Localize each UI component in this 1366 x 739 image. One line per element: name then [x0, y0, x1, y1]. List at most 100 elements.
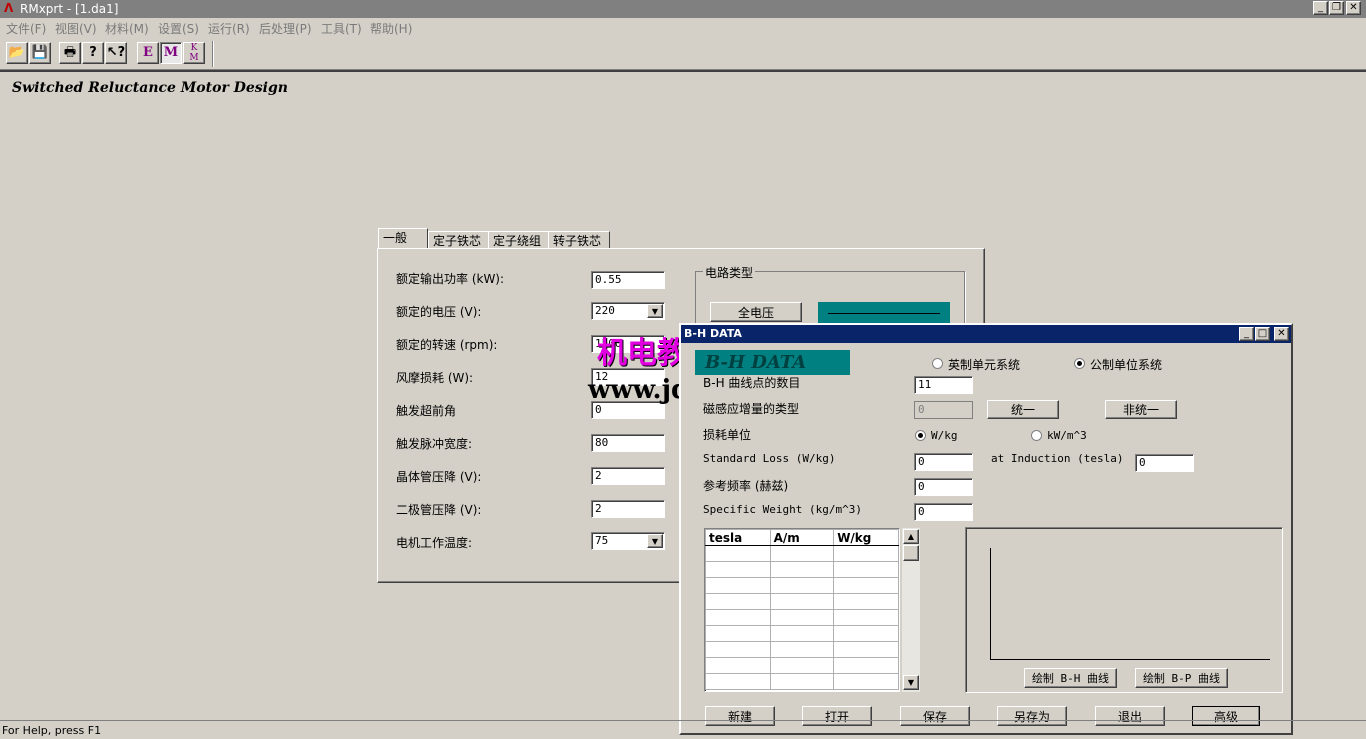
bh-plot-area: [965, 527, 1283, 693]
close-icon[interactable]: ✕: [1274, 327, 1289, 341]
full-voltage-button[interactable]: 全电压: [710, 302, 802, 322]
table-row[interactable]: [705, 561, 899, 578]
table-scrollbar[interactable]: ▲ ▼: [902, 528, 920, 692]
pulse-width-input[interactable]: 80: [591, 434, 665, 452]
loss-wkg-radio[interactable]: [915, 430, 926, 441]
bh-dialog-titlebar: B-H DATA _ □ ✕: [681, 325, 1291, 343]
print-icon[interactable]: 🖶: [59, 42, 81, 64]
loss-wkg-label: W/kg: [931, 429, 958, 442]
induction-label: at Induction (tesla): [991, 452, 1124, 465]
restore-icon[interactable]: ❐: [1329, 1, 1344, 15]
col-wkg[interactable]: W/kg: [833, 529, 899, 546]
e-units-button[interactable]: E: [137, 42, 159, 64]
bh-dialog-title: B-H DATA: [684, 327, 742, 340]
circuit-type-label: 电路类型: [703, 264, 756, 281]
table-row[interactable]: [705, 641, 899, 658]
standard-loss-label: Standard Loss (W/kg): [703, 452, 836, 465]
english-units-radio[interactable]: [932, 358, 943, 369]
open-folder-icon[interactable]: 📂: [6, 42, 28, 64]
trigger-advance-label: 触发超前角: [396, 404, 457, 418]
app-icon: Λ: [4, 1, 14, 15]
windage-loss-label: 风摩损耗 (W):: [396, 371, 474, 385]
menu-tools[interactable]: 工具(T): [321, 20, 362, 37]
circuit-line: [828, 313, 940, 314]
menu-view[interactable]: 视图(V): [55, 20, 97, 37]
table-header: tesla A/m W/kg: [705, 529, 899, 546]
app-title: RMxprt - [1.da1]: [20, 2, 119, 16]
context-help-icon[interactable]: ↖?: [105, 42, 127, 64]
help-icon[interactable]: ?: [82, 42, 104, 64]
m-units-button[interactable]: M: [160, 42, 182, 64]
rated-power-input[interactable]: 0.55: [591, 271, 665, 289]
ref-freq-input[interactable]: 0: [914, 478, 973, 496]
menu-help[interactable]: 帮助(H): [370, 20, 412, 37]
circuit-diagram: [818, 302, 950, 324]
close-icon[interactable]: ✕: [1346, 1, 1361, 15]
bh-data-table[interactable]: tesla A/m W/kg: [704, 528, 900, 692]
transistor-drop-label: 晶体管压降 (V):: [396, 470, 482, 484]
diode-drop-input[interactable]: 2: [591, 500, 665, 518]
app-titlebar: Λ RMxprt - [1.da1] _ ❐ ✕: [0, 0, 1366, 18]
maximize-icon[interactable]: □: [1255, 327, 1270, 341]
menu-setup[interactable]: 设置(S): [158, 20, 199, 37]
plot-bh-button[interactable]: 绘制 B-H 曲线: [1024, 668, 1117, 688]
uniform-button[interactable]: 统一: [987, 400, 1059, 419]
pulse-width-label: 触发脉冲宽度:: [396, 437, 473, 451]
km-units-button[interactable]: KM: [183, 42, 205, 64]
col-tesla[interactable]: tesla: [705, 529, 771, 546]
menubar: 文件(F) 视图(V) 材料(M) 设置(S) 运行(R) 后处理(P) 工具(…: [0, 18, 1366, 38]
minimize-icon[interactable]: _: [1239, 327, 1254, 341]
specific-weight-input[interactable]: 0: [914, 503, 973, 521]
chevron-down-icon[interactable]: ▼: [647, 534, 663, 548]
table-row[interactable]: [705, 657, 899, 674]
bh-banner: B-H DATA: [695, 350, 850, 375]
menu-material[interactable]: 材料(M): [105, 20, 149, 37]
standard-loss-input[interactable]: 0: [914, 453, 973, 471]
km-label: K: [190, 43, 198, 53]
nonuniform-button[interactable]: 非统一: [1105, 400, 1177, 419]
transistor-drop-input[interactable]: 2: [591, 467, 665, 485]
bh-banner-text: B-H DATA: [705, 352, 807, 373]
bh-points-label: B-H 曲线点的数目: [703, 376, 801, 390]
metric-units-radio[interactable]: [1074, 358, 1085, 369]
specific-weight-label: Specific Weight (kg/m^3): [703, 503, 862, 516]
increment-type-label: 磁感应增量的类型: [703, 402, 800, 416]
increment-type-input: 0: [914, 401, 973, 419]
status-text: For Help, press F1: [2, 724, 102, 737]
loss-kwm3-radio[interactable]: [1031, 430, 1042, 441]
induction-input[interactable]: 0: [1135, 454, 1194, 472]
table-row[interactable]: [705, 609, 899, 626]
plot-bp-button[interactable]: 绘制 B-P 曲线: [1135, 668, 1228, 688]
table-row[interactable]: [705, 545, 899, 562]
table-row[interactable]: [705, 577, 899, 594]
rated-power-label: 额定输出功率 (kW):: [396, 272, 505, 286]
page-title: Switched Reluctance Motor Design: [12, 80, 288, 96]
plot-y-axis: [990, 548, 991, 660]
rated-speed-label: 额定的转速 (rpm):: [396, 338, 498, 352]
menu-file[interactable]: 文件(F): [6, 20, 46, 37]
scroll-thumb[interactable]: [903, 545, 919, 561]
table-row[interactable]: [705, 625, 899, 642]
minimize-icon[interactable]: _: [1313, 1, 1328, 15]
diode-drop-label: 二极管压降 (V):: [396, 503, 482, 517]
tab-general[interactable]: 一般: [378, 228, 428, 250]
menu-postprocess[interactable]: 后处理(P): [259, 20, 312, 37]
menu-run[interactable]: 运行(R): [208, 20, 250, 37]
table-row[interactable]: [705, 673, 899, 690]
statusbar: For Help, press F1: [0, 720, 1366, 739]
loss-unit-label: 损耗单位: [703, 428, 752, 442]
col-am[interactable]: A/m: [769, 529, 835, 546]
chevron-down-icon[interactable]: ▼: [647, 304, 663, 318]
ref-freq-label: 参考频率 (赫兹): [703, 479, 789, 493]
bh-points-input[interactable]: 11: [914, 376, 973, 394]
scroll-down-icon[interactable]: ▼: [903, 675, 919, 690]
toolbar: 📂 💾 🖶 ? ↖? E M KM: [0, 39, 1366, 70]
operating-temp-label: 电机工作温度:: [396, 536, 473, 550]
english-units-label: 英制单元系统: [948, 358, 1021, 372]
scroll-up-icon[interactable]: ▲: [903, 529, 919, 544]
loss-kwm3-label: kW/m^3: [1047, 429, 1087, 442]
plot-x-axis: [990, 659, 1270, 660]
table-row[interactable]: [705, 593, 899, 610]
save-icon[interactable]: 💾: [29, 42, 51, 64]
rated-voltage-label: 额定的电压 (V):: [396, 305, 482, 319]
